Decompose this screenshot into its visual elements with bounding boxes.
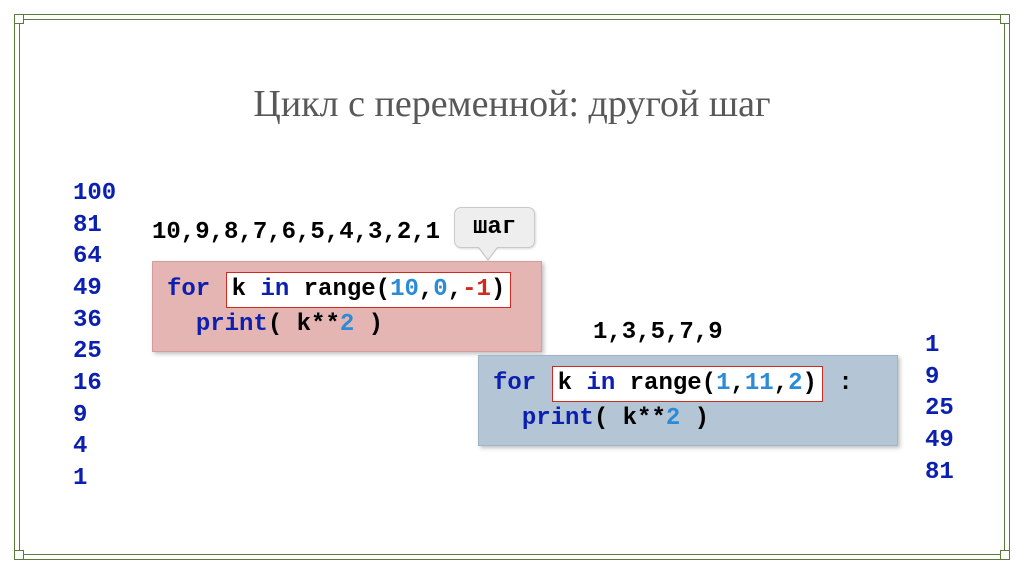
output-value: 9 [925, 362, 954, 394]
expression: k** [623, 405, 666, 432]
number-literal: 11 [745, 370, 774, 397]
keyword-print: print [522, 405, 594, 432]
output-value: 16 [73, 368, 116, 400]
number-literal: -1 [462, 276, 491, 303]
output-value: 4 [73, 431, 116, 463]
function-range: range [630, 370, 702, 397]
output-left-column: 100 81 64 49 36 25 16 9 4 1 [73, 178, 116, 495]
sequence-label-2: 1,3,5,7,9 [593, 319, 723, 346]
output-value: 100 [73, 178, 116, 210]
paren-open: ( [594, 405, 623, 432]
number-literal: 10 [390, 276, 419, 303]
function-range: range [304, 276, 376, 303]
decorative-frame-outer: Цикл с переменной: другой шаг 100 81 64 … [14, 14, 1010, 560]
output-value: 64 [73, 241, 116, 273]
number-literal: 2 [788, 370, 802, 397]
paren-open: ( [268, 311, 297, 338]
code-block-2: for k in range(1,11,2) : print( k**2 ) [478, 355, 898, 446]
output-value: 49 [73, 273, 116, 305]
number-literal: 2 [340, 311, 354, 338]
keyword-for: for [167, 276, 210, 303]
output-value: 81 [73, 210, 116, 242]
paren-close: ) [354, 311, 383, 338]
keyword-in: in [260, 276, 289, 303]
output-value: 9 [73, 400, 116, 432]
number-literal: 1 [716, 370, 730, 397]
range-highlight: k in range(10,0,-1) [226, 272, 512, 308]
corner-decoration [14, 14, 24, 24]
expression: k** [297, 311, 340, 338]
decorative-frame-inner: Цикл с переменной: другой шаг 100 81 64 … [19, 19, 1005, 555]
code-line: print( k**2 ) [493, 402, 883, 436]
colon: : [838, 370, 852, 397]
code-line: for k in range(10,0,-1) [167, 272, 527, 308]
output-value: 36 [73, 305, 116, 337]
keyword-print: print [196, 311, 268, 338]
range-highlight: k in range(1,11,2) [552, 366, 823, 402]
output-value: 25 [73, 336, 116, 368]
keyword-for: for [493, 370, 536, 397]
output-right-column: 1 9 25 49 81 [925, 330, 954, 488]
code-line: print( k**2 ) [167, 308, 527, 342]
output-value: 49 [925, 425, 954, 457]
variable-name: k [232, 276, 246, 303]
paren-close: ) [680, 405, 709, 432]
corner-decoration [14, 550, 24, 560]
sequence-label-1: 10,9,8,7,6,5,4,3,2,1 [152, 219, 440, 246]
slide-title: Цикл с переменной: другой шаг [20, 82, 1004, 126]
number-literal: 0 [433, 276, 447, 303]
corner-decoration [1000, 14, 1010, 24]
output-value: 25 [925, 393, 954, 425]
output-value: 1 [73, 463, 116, 495]
number-literal: 2 [666, 405, 680, 432]
output-value: 81 [925, 457, 954, 489]
corner-decoration [1000, 550, 1010, 560]
slide-page: Цикл с переменной: другой шаг 100 81 64 … [0, 0, 1024, 574]
step-badge: шаг [454, 207, 535, 248]
code-line: for k in range(1,11,2) : [493, 366, 883, 402]
output-value: 1 [925, 330, 954, 362]
keyword-in: in [586, 370, 615, 397]
variable-name: k [558, 370, 572, 397]
code-block-1: for k in range(10,0,-1) print( k**2 ) [152, 261, 542, 352]
